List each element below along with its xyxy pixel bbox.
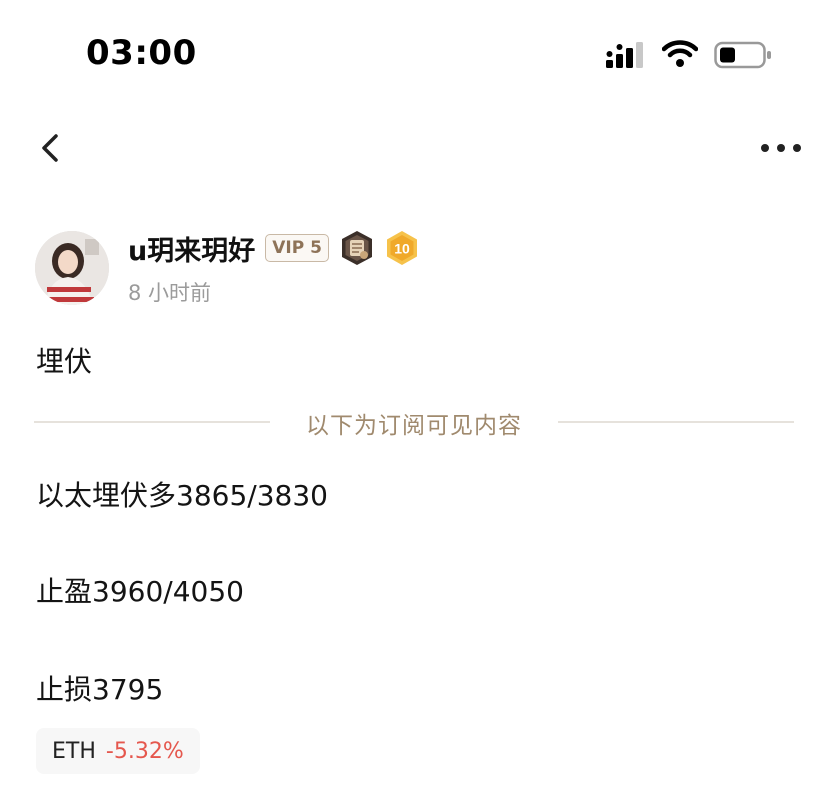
- chevron-left-icon[interactable]: [36, 128, 68, 168]
- post-time: 8 小时前: [128, 281, 212, 305]
- cellular-signal-icon: [606, 42, 643, 68]
- avatar-image: [35, 231, 109, 305]
- ticker-symbol: ETH: [52, 738, 96, 764]
- more-dots-icon[interactable]: [760, 140, 802, 156]
- author-name[interactable]: u玥来玥好: [128, 229, 255, 268]
- nav-bar: [0, 118, 828, 178]
- ticker-change: -5.32%: [105, 738, 184, 764]
- vip-badge: VIP 5: [265, 234, 329, 262]
- post-content-line: 止盈3960/4050: [36, 575, 244, 608]
- level-number: 10: [394, 241, 410, 257]
- medal-badge-icon: [341, 231, 372, 265]
- post-content-line: 以太埋伏多3865/3830: [36, 479, 328, 512]
- wifi-icon: [662, 40, 698, 67]
- post-title: 埋伏: [36, 345, 93, 378]
- subscriber-divider: 以下为订阅可见内容: [34, 404, 794, 440]
- author-row: u玥来玥好 VIP 5 10: [128, 229, 419, 268]
- subscriber-divider-label: 以下为订阅可见内容: [306, 413, 522, 439]
- divider-line-right: [558, 421, 794, 423]
- battery-icon: [714, 41, 771, 69]
- ticker-chip[interactable]: ETH -5.32%: [36, 728, 200, 774]
- avatar[interactable]: [35, 231, 109, 305]
- post-content-line: 止损3795: [36, 673, 164, 706]
- level-hexagon-icon: 10: [386, 231, 417, 265]
- status-bar: 03:00: [0, 0, 828, 110]
- status-time: 03:00: [86, 33, 197, 73]
